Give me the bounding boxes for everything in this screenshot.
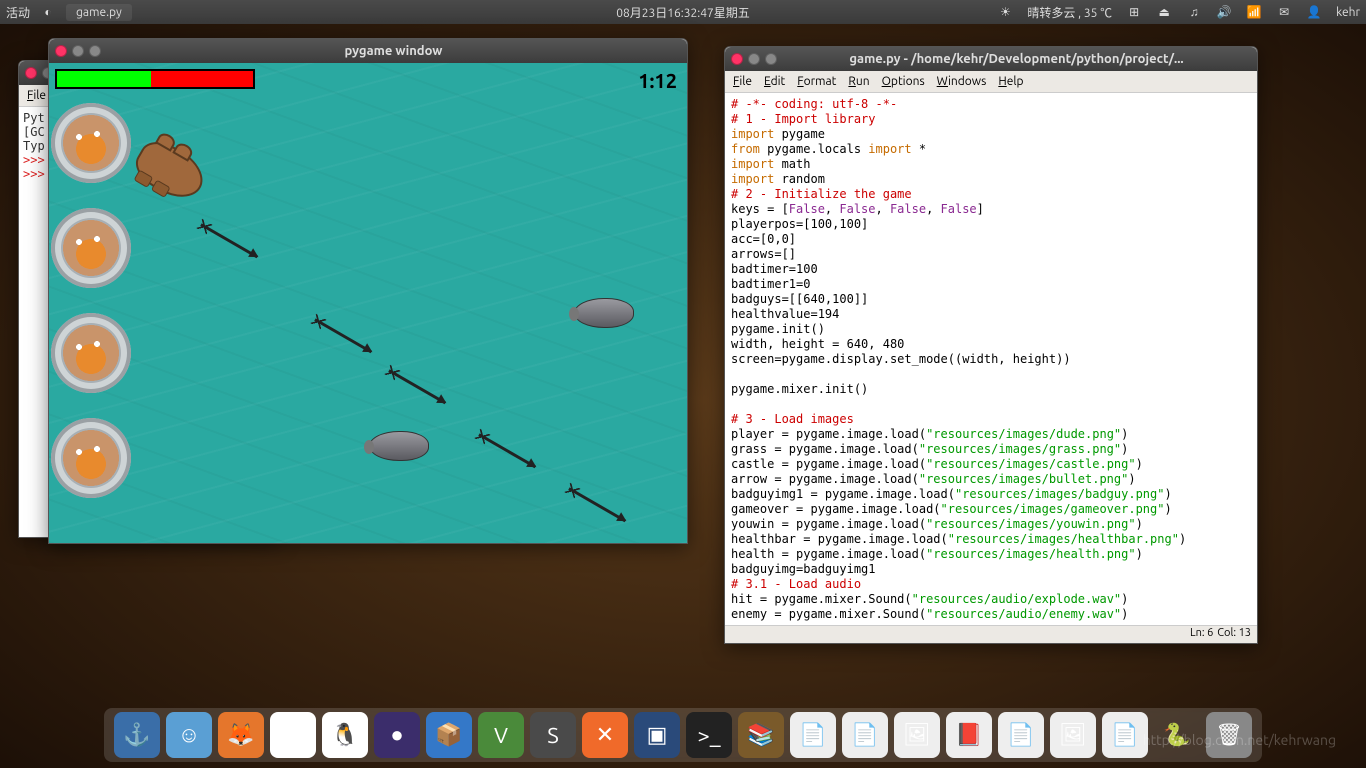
clock[interactable]: 08月23日16:32:47星期五 — [616, 4, 750, 21]
dock-app-terminal[interactable]: >_ — [686, 712, 732, 758]
healthbar-fill — [57, 71, 151, 87]
editor-statusbar: Ln: 6 Col: 13 — [725, 625, 1257, 643]
menu-item-format[interactable]: Format — [797, 75, 836, 88]
minimize-icon[interactable] — [72, 45, 84, 57]
dock-app-finder[interactable]: ☺ — [166, 712, 212, 758]
weather-icon: ☀ — [997, 4, 1013, 20]
healthbar — [55, 69, 255, 89]
menu-item-run[interactable]: Run — [848, 75, 869, 88]
watermark: http://blog.csdn.net/kehrwang — [1143, 732, 1336, 748]
dock-app-chrome[interactable]: ◉ — [270, 712, 316, 758]
menu-item-file[interactable]: File — [733, 75, 752, 88]
dock-app-doc4[interactable]: 📄 — [1102, 712, 1148, 758]
mail-icon[interactable]: ✉ — [1276, 4, 1292, 20]
dock-app-vim[interactable]: V — [478, 712, 524, 758]
wifi-icon[interactable]: 📶 — [1246, 4, 1262, 20]
close-icon[interactable] — [55, 45, 67, 57]
minimize-icon[interactable] — [748, 53, 760, 65]
editor-menubar[interactable]: File Edit Format Run Options Windows Help — [725, 71, 1257, 93]
menu-item-edit[interactable]: Edit — [764, 75, 785, 88]
status-line: Ln: 6 — [1190, 627, 1213, 642]
dock-app-qq[interactable]: 🐧 — [322, 712, 368, 758]
weather-text: 晴转多云 , 35 ℃ — [1027, 4, 1112, 21]
editor-titlebar[interactable]: game.py - /home/kehr/Development/python/… — [725, 47, 1257, 71]
menu-item-help[interactable]: Help — [998, 75, 1023, 88]
arrow-sprite — [314, 318, 372, 353]
menu-item[interactable]: File — [27, 89, 46, 102]
status-col: Col: 13 — [1217, 627, 1251, 642]
dock-app-xampp[interactable]: ✕ — [582, 712, 628, 758]
game-timer: 1:12 — [638, 69, 677, 92]
game-canvas[interactable]: 1:12 — [49, 63, 687, 543]
badguy-sprite — [574, 298, 634, 328]
apps-grid-icon[interactable]: ⊞ — [1126, 4, 1142, 20]
dock-app-eclipse[interactable]: ● — [374, 712, 420, 758]
eject-icon[interactable]: ⏏ — [1156, 4, 1172, 20]
editor-title: game.py - /home/kehr/Development/python/… — [782, 52, 1251, 66]
dock-app-firefox[interactable]: 🦊 — [218, 712, 264, 758]
close-icon[interactable] — [25, 67, 37, 79]
dock-app-photo[interactable]: 🖼 — [1050, 712, 1096, 758]
dock-app-package[interactable]: 📦 — [426, 712, 472, 758]
dock[interactable]: ⚓☺🦊◉🐧●📦VS✕▣>_📚📄📄🖼📕📄🖼📄🐍🗑 — [104, 708, 1262, 762]
volume-icon[interactable]: 🔊 — [1216, 4, 1232, 20]
dock-app-image[interactable]: 🖼 — [894, 712, 940, 758]
maximize-icon[interactable] — [765, 53, 777, 65]
activities-button[interactable]: 活动 — [6, 4, 30, 21]
task-button-gamepy[interactable]: game.py — [66, 4, 132, 21]
pygame-window[interactable]: pygame window 1:12 — [48, 38, 688, 544]
castle-sprite — [51, 208, 131, 288]
ubuntu-icon: ◐ — [40, 4, 56, 20]
menu-item-windows[interactable]: Windows — [937, 75, 987, 88]
music-icon[interactable]: ♫ — [1186, 4, 1202, 20]
dock-app-virtualbox[interactable]: ▣ — [634, 712, 680, 758]
menu-item-options[interactable]: Options — [882, 75, 925, 88]
game-title: pygame window — [106, 44, 681, 58]
game-titlebar[interactable]: pygame window — [49, 39, 687, 63]
castle-sprite — [51, 103, 131, 183]
close-icon[interactable] — [731, 53, 743, 65]
dock-app-pdf[interactable]: 📕 — [946, 712, 992, 758]
maximize-icon[interactable] — [89, 45, 101, 57]
top-panel: 活动 ◐ game.py 08月23日16:32:47星期五 ☀ 晴转多云 , … — [0, 0, 1366, 24]
player-sprite — [129, 134, 212, 208]
dock-app-anchor[interactable]: ⚓ — [114, 712, 160, 758]
username[interactable]: kehr — [1336, 6, 1360, 19]
arrow-sprite — [200, 223, 258, 258]
badguy-sprite — [369, 431, 429, 461]
user-icon[interactable]: 👤 — [1306, 4, 1322, 20]
dock-app-doc3[interactable]: 📄 — [998, 712, 1044, 758]
castle-sprite — [51, 313, 131, 393]
editor-body[interactable]: # -*- coding: utf-8 -*- # 1 - Import lib… — [725, 93, 1257, 625]
arrow-sprite — [478, 433, 536, 468]
arrow-sprite — [388, 369, 446, 404]
dock-app-books[interactable]: 📚 — [738, 712, 784, 758]
dock-app-sublime[interactable]: S — [530, 712, 576, 758]
editor-window[interactable]: game.py - /home/kehr/Development/python/… — [724, 46, 1258, 644]
arrow-sprite — [568, 487, 626, 522]
dock-app-doc2[interactable]: 📄 — [842, 712, 888, 758]
castle-sprite — [51, 418, 131, 498]
dock-app-doc1[interactable]: 📄 — [790, 712, 836, 758]
